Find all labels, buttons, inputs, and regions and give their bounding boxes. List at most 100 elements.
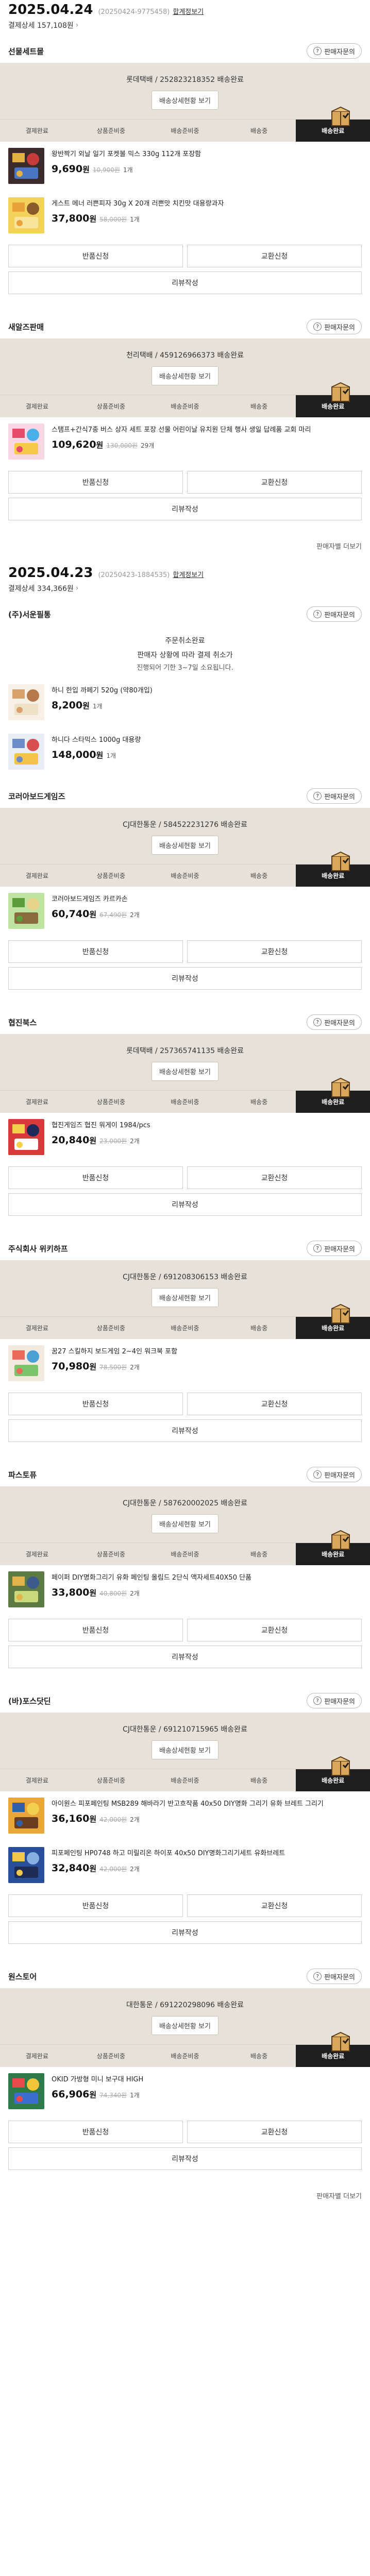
product-thumbnail[interactable] [8, 1119, 44, 1155]
seller-inquiry-button[interactable]: ? 판매자문의 [307, 1693, 362, 1708]
more-by-seller-link[interactable]: 판매자별 더보기 [316, 541, 362, 551]
vendor-name[interactable]: 협진북스 [8, 1017, 37, 1028]
shipping-detail-button[interactable]: 배송상세현황 보기 [152, 1740, 218, 1759]
shipping-status-text: CJ대한통운 / 691208306153 배송완료 [123, 1273, 247, 1281]
product-thumbnail[interactable] [8, 1798, 44, 1834]
shipping-detail-button[interactable]: 배송상세현황 보기 [152, 2016, 218, 2035]
product-row[interactable]: 페이퍼 DIY명화그리기 유화 페인팅 올림드 2단식 액자세트40X50 단품… [0, 1565, 370, 1615]
product-row[interactable]: 피포페인팅 HP0748 하고 미릴리온 하이포 40x50 DIY명화그리기세… [0, 1841, 370, 1890]
write-review-button[interactable]: 리뷰작성 [8, 967, 362, 990]
write-review-button[interactable]: 리뷰작성 [8, 1193, 362, 1216]
product-row[interactable]: 게스트 메너 러쁜피자 30g X 20개 러쁜맛 치킨맛 대용량과자 37,80… [0, 191, 370, 241]
seller-inquiry-button[interactable]: ? 판매자문의 [307, 1014, 362, 1030]
shipping-detail-button[interactable]: 배송상세현황 보기 [152, 366, 218, 385]
exchange-request-button[interactable]: 교환신청 [187, 245, 362, 267]
write-review-button[interactable]: 리뷰작성 [8, 2147, 362, 2170]
product-thumbnail[interactable] [8, 684, 44, 720]
shipping-detail-button[interactable]: 배송상세현황 보기 [152, 836, 218, 855]
product-name[interactable]: 피포페인팅 HP0748 하고 미릴리온 하이포 40x50 DIY명화그리기세… [52, 1849, 362, 1858]
write-review-button[interactable]: 리뷰작성 [8, 1921, 362, 1944]
shipping-detail-button[interactable]: 배송상세현황 보기 [152, 91, 218, 110]
product-name[interactable]: 왕반짝기 외날 일기 포켓볼 믹스 330g 112개 포장함 [52, 150, 362, 159]
order-block: 2025.04.23 (20250423-1884535) 합계정보기 결제상세 33… [0, 563, 370, 2213]
product-thumbnail[interactable] [8, 197, 44, 233]
product-row[interactable]: 스탬프+간식7종 버스 상자 세트 포장 선물 어린이날 유치원 단체 행사 생… [0, 417, 370, 467]
product-thumbnail[interactable] [8, 1571, 44, 1607]
payment-detail-link[interactable]: 결제상세 157,108원 › [0, 19, 370, 32]
product-name[interactable]: OKID 가방형 미니 보구대 HIGH [52, 2075, 362, 2084]
vendor-name[interactable]: 파스토퓨 [8, 1469, 37, 1480]
seller-inquiry-button[interactable]: ? 판매자문의 [307, 788, 362, 804]
return-request-button[interactable]: 반품신청 [8, 940, 183, 963]
return-request-button[interactable]: 반품신청 [8, 245, 183, 267]
delivery-step: 결제완료 [25, 2053, 48, 2060]
vendor-name[interactable]: 코러아보드게임즈 [8, 791, 65, 802]
vendor-name[interactable]: 주식회사 위키하프 [8, 1243, 68, 1254]
return-request-button[interactable]: 반품신청 [8, 1166, 183, 1189]
product-row[interactable]: 아이원스 피포페인팅 MSB289 해바라기 반고흐작품 40x50 DIY명화… [0, 1791, 370, 1841]
exchange-request-button[interactable]: 교환신청 [187, 1393, 362, 1415]
return-request-button[interactable]: 반품신청 [8, 1894, 183, 1917]
exchange-request-button[interactable]: 교환신청 [187, 1619, 362, 1641]
product-thumbnail[interactable] [8, 423, 44, 460]
write-review-button[interactable]: 리뷰작성 [8, 272, 362, 294]
seller-inquiry-button[interactable]: ? 판매자문의 [307, 43, 362, 59]
product-name[interactable]: 코러아보드게임즈 카르카손 [52, 895, 362, 904]
product-row[interactable]: 왕반짝기 외날 일기 포켓볼 믹스 330g 112개 포장함 9,690원 10,… [0, 142, 370, 191]
product-name[interactable]: 협진게임즈 협진 워게이 1984/pcs [52, 1121, 362, 1130]
vendor-name[interactable]: 새알즈판매 [8, 321, 44, 332]
exchange-request-button[interactable]: 교환신청 [187, 471, 362, 494]
seller-inquiry-label: 판매자문의 [324, 1019, 355, 1027]
return-request-button[interactable]: 반품신청 [8, 1619, 183, 1641]
product-thumbnail[interactable] [8, 1345, 44, 1381]
shipping-detail-button[interactable]: 배송상세현황 보기 [152, 1514, 218, 1533]
product-price-line: 8,200원 1개 [52, 700, 362, 711]
seller-inquiry-button[interactable]: ? 판매자문의 [307, 1241, 362, 1256]
product-row[interactable]: 하니다 스타믹스 1000g 대용량 148,000원 1개 [0, 727, 370, 777]
product-row[interactable]: 하니 한입 까페기 520g (약80개입) 8,200원 1개 [0, 678, 370, 727]
exchange-request-button[interactable]: 교환신청 [187, 1166, 362, 1189]
more-by-seller-link[interactable]: 판매자별 더보기 [316, 2191, 362, 2200]
shipping-detail-button[interactable]: 배송상세현황 보기 [152, 1288, 218, 1307]
seller-inquiry-button[interactable]: ? 판매자문의 [307, 319, 362, 334]
product-thumbnail[interactable] [8, 734, 44, 770]
product-name[interactable]: 스탬프+간식7종 버스 상자 세트 포장 선물 어린이날 유치원 단체 행사 생… [52, 426, 362, 435]
shipping-detail-button[interactable]: 배송상세현황 보기 [152, 1062, 218, 1081]
payment-detail-link[interactable]: 결제상세 334,366원 › [0, 582, 370, 595]
product-thumbnail[interactable] [8, 893, 44, 929]
vendor-name[interactable]: 원스토어 [8, 1971, 37, 1982]
seller-inquiry-button[interactable]: ? 판매자문의 [307, 1467, 362, 1482]
product-name[interactable]: 꿈27 스킬하지 보드게임 2~4인 워크북 포함 [52, 1347, 362, 1357]
action-row: 리뷰작성 [8, 272, 362, 294]
vendor-name[interactable]: (주)서운필통 [8, 609, 51, 620]
product-row[interactable]: 협진게임즈 협진 워게이 1984/pcs 20,840원 23,000원 2개 [0, 1113, 370, 1162]
return-request-button[interactable]: 반품신청 [8, 471, 183, 494]
product-price-value: 8,200 [52, 700, 83, 711]
order-summary-link[interactable]: 합계정보기 [173, 6, 204, 16]
seller-inquiry-button[interactable]: ? 판매자문의 [307, 606, 362, 622]
product-name[interactable]: 페이퍼 DIY명화그리기 유화 페인팅 올림드 2단식 액자세트40X50 단품 [52, 1573, 362, 1583]
order-summary-link[interactable]: 합계정보기 [173, 569, 204, 579]
product-name[interactable]: 하니 한입 까페기 520g (약80개입) [52, 686, 362, 696]
exchange-request-button[interactable]: 교환신청 [187, 940, 362, 963]
return-request-button[interactable]: 반품신청 [8, 2121, 183, 2143]
exchange-request-button[interactable]: 교환신청 [187, 1894, 362, 1917]
exchange-request-button[interactable]: 교환신청 [187, 2121, 362, 2143]
product-row[interactable]: 코러아보드게임즈 카르카손 60,740원 67,490원 2개 [0, 887, 370, 936]
product-row[interactable]: 꿈27 스킬하지 보드게임 2~4인 워크북 포함 70,980원 78,500원 2… [0, 1339, 370, 1388]
product-row[interactable]: OKID 가방형 미니 보구대 HIGH 66,906원 74,340원 1개 [0, 2067, 370, 2116]
product-thumbnail[interactable] [8, 2073, 44, 2109]
product-thumbnail[interactable] [8, 1847, 44, 1883]
product-name[interactable]: 하니다 스타믹스 1000g 대용량 [52, 736, 362, 745]
write-review-button[interactable]: 리뷰작성 [8, 498, 362, 520]
product-name[interactable]: 아이원스 피포페인팅 MSB289 해바라기 반고흐작품 40x50 DIY명화… [52, 1800, 362, 1809]
vendor-name[interactable]: 선물세트몰 [8, 46, 44, 57]
product-name[interactable]: 게스트 메너 러쁜피자 30g X 20개 러쁜맛 치킨맛 대용량과자 [52, 199, 362, 209]
product-thumbnail[interactable] [8, 148, 44, 184]
write-review-button[interactable]: 리뷰작성 [8, 1419, 362, 1442]
delivery-box-icon [331, 1303, 350, 1324]
vendor-name[interactable]: (바)포스닷딘 [8, 1696, 51, 1706]
return-request-button[interactable]: 반품신청 [8, 1393, 183, 1415]
seller-inquiry-button[interactable]: ? 판매자문의 [307, 1969, 362, 1984]
write-review-button[interactable]: 리뷰작성 [8, 1646, 362, 1668]
